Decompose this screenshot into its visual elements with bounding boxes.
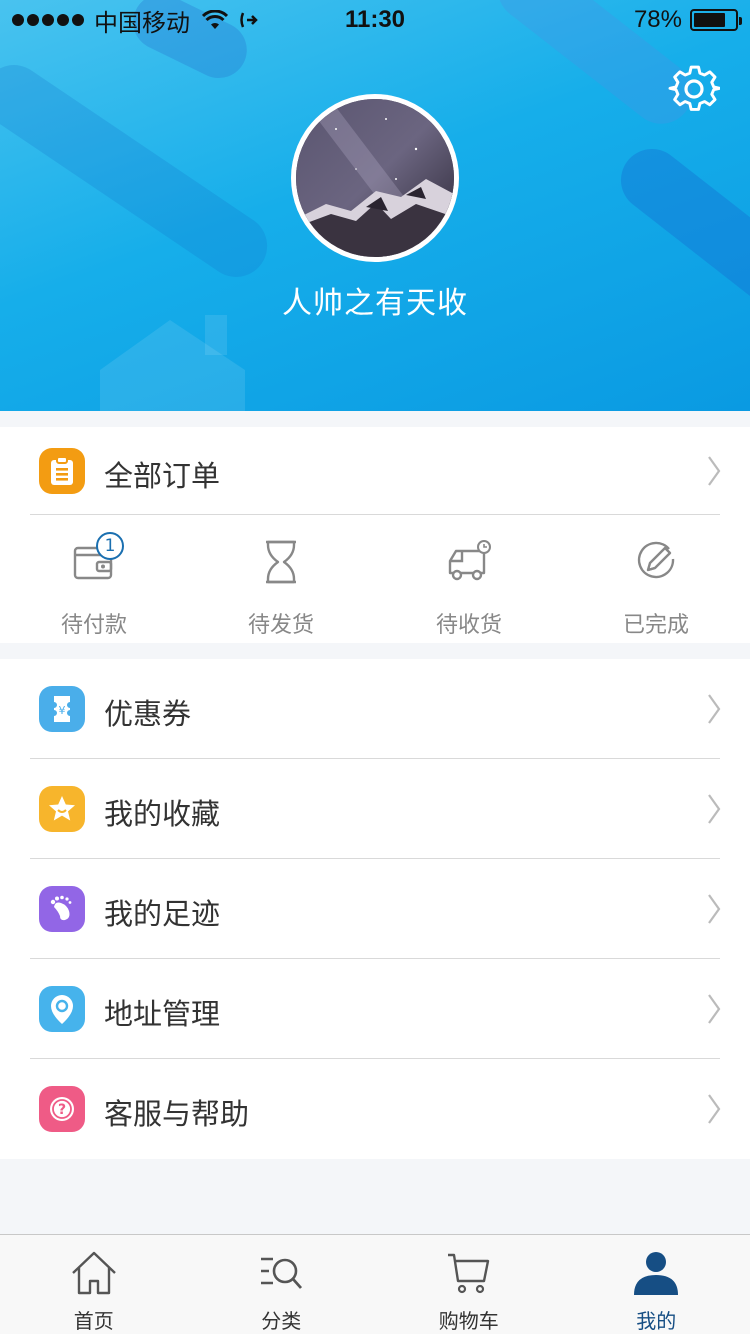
star-icon [39,786,85,832]
menu-item-label: 客服与帮助 [104,1097,250,1131]
orders-card: 全部订单 1 待付款 待发货 待收货 已完成 [0,427,750,643]
chevron-right-icon [708,794,721,824]
tab-bar: 首页 分类 购物车 我的 [0,1234,750,1334]
user-icon [634,1252,679,1295]
username: 人帅之有天收 [282,286,468,321]
chevron-right-icon [708,456,721,486]
profile-header: 中国移动 11:30 78% 人帅之有天收 [0,0,750,411]
status-pending-receipt[interactable]: 待收货 [375,515,563,643]
chevron-right-icon [708,894,721,924]
header-decoration [0,53,280,289]
menu-item-label: 优惠券 [104,697,192,731]
home-icon [71,1251,116,1295]
footprint-icon [39,886,85,932]
order-status-bar: 1 待付款 待发货 待收货 已完成 [0,515,750,643]
hourglass-icon [266,540,296,584]
tab-home[interactable]: 首页 [0,1235,188,1334]
tab-label: 我的 [636,1309,677,1333]
mountain-night-sky-icon [296,99,454,257]
menu-item-favorites[interactable]: 我的收藏 [0,759,750,859]
coupon-icon: ¥ [39,686,85,732]
menu-item-footprints[interactable]: 我的足迹 [0,859,750,959]
clipboard-icon [39,448,85,494]
chevron-right-icon [708,694,721,724]
chevron-right-icon [708,1094,721,1124]
status-pending-shipment[interactable]: 待发货 [187,515,375,643]
svg-text:?: ? [58,1102,66,1118]
menu-item-address[interactable]: 地址管理 [0,959,750,1059]
status-bar: 中国移动 11:30 78% [0,0,750,40]
all-orders-label: 全部订单 [104,459,221,493]
tab-label: 分类 [261,1309,302,1333]
tab-me[interactable]: 我的 [563,1235,750,1334]
menu-item-coupons[interactable]: ¥ 优惠券 [0,659,750,759]
status-pending-payment[interactable]: 1 待付款 [0,515,188,643]
location-pin-icon [39,986,85,1032]
menu-item-help[interactable]: ? 客服与帮助 [0,1059,750,1159]
help-icon: ? [39,1086,85,1132]
battery-icon [690,9,742,31]
tab-label: 首页 [73,1309,114,1333]
svg-text:¥: ¥ [59,704,66,717]
avatar-image [296,99,454,257]
tab-label: 购物车 [438,1309,499,1333]
cart-icon [447,1253,489,1294]
status-label: 待收货 [435,613,502,638]
category-search-icon [261,1257,303,1289]
menu-item-label: 我的收藏 [104,797,221,831]
delivery-truck-icon [448,540,491,581]
settings-gear-icon[interactable] [668,63,720,115]
avatar[interactable] [291,94,459,262]
status-label: 已完成 [622,613,689,638]
status-label: 待付款 [60,613,127,638]
menu-card: ¥ 优惠券 我的收藏 我的足迹 地址管理 ? 客服与帮助 [0,659,750,1159]
completed-pen-icon [637,541,675,579]
status-completed[interactable]: 已完成 [562,515,750,643]
tab-cart[interactable]: 购物车 [375,1235,563,1334]
tab-category[interactable]: 分类 [188,1235,376,1334]
menu-item-label: 我的足迹 [104,897,221,931]
status-label: 待发货 [247,613,314,638]
chevron-right-icon [708,994,721,1024]
menu-item-label: 地址管理 [104,997,221,1031]
battery-percentage: 78% [633,6,682,33]
all-orders-row[interactable]: 全部订单 [0,427,750,515]
pending-payment-count-badge: 1 [96,532,124,560]
